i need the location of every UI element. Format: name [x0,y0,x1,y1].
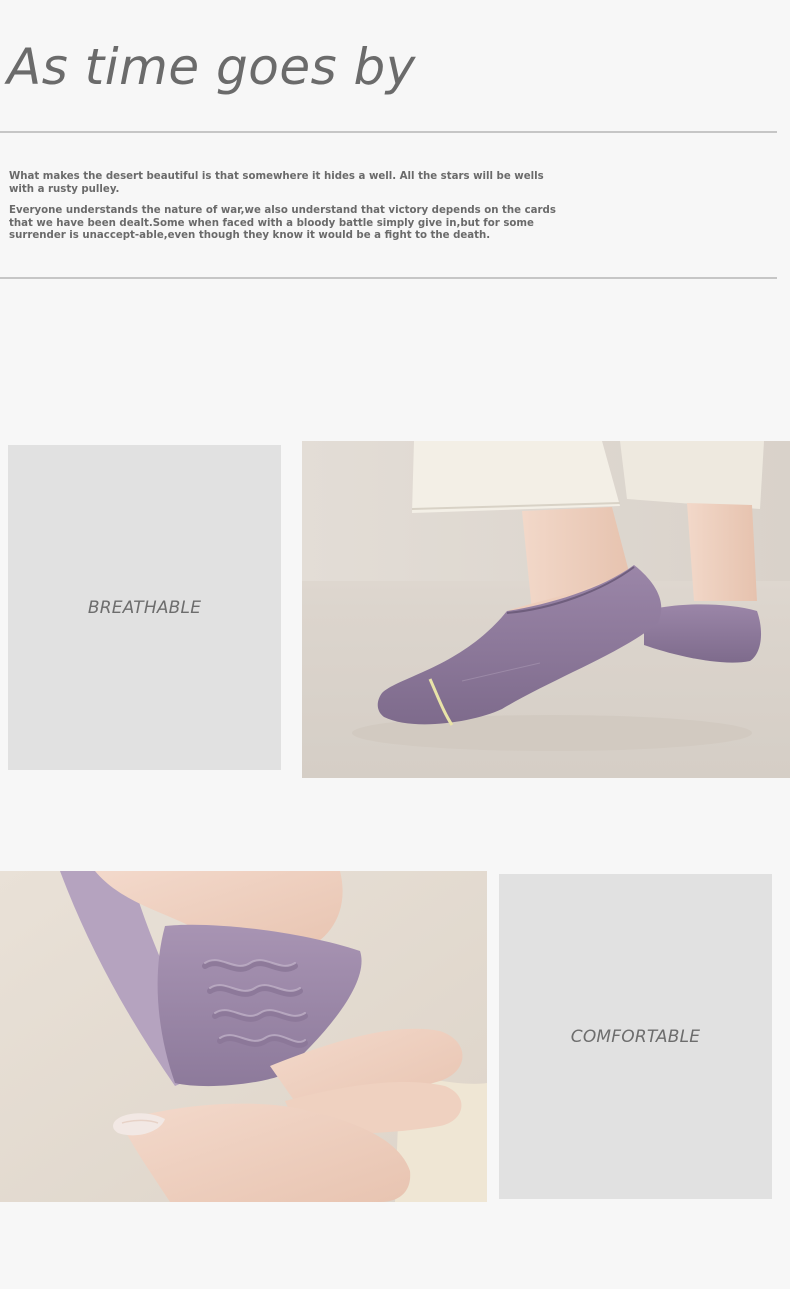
bottom-divider [0,277,777,279]
sock-on-foot-photo [302,441,790,778]
intro-paragraph: What makes the desert beautiful is that … [9,171,544,195]
page-title: As time goes by [7,38,416,96]
comfortable-label: COMFORTABLE [570,1026,701,1047]
top-divider [0,131,777,133]
breathable-label: BREATHABLE [87,597,202,618]
sock-heel-grip-photo [0,871,487,1202]
intro-paragraph: Everyone understands the nature of war,w… [9,205,556,241]
breathable-panel: BREATHABLE [8,445,281,770]
comfortable-panel: COMFORTABLE [499,874,772,1199]
intro-copy: What makes the desert beautiful is that … [9,171,561,252]
